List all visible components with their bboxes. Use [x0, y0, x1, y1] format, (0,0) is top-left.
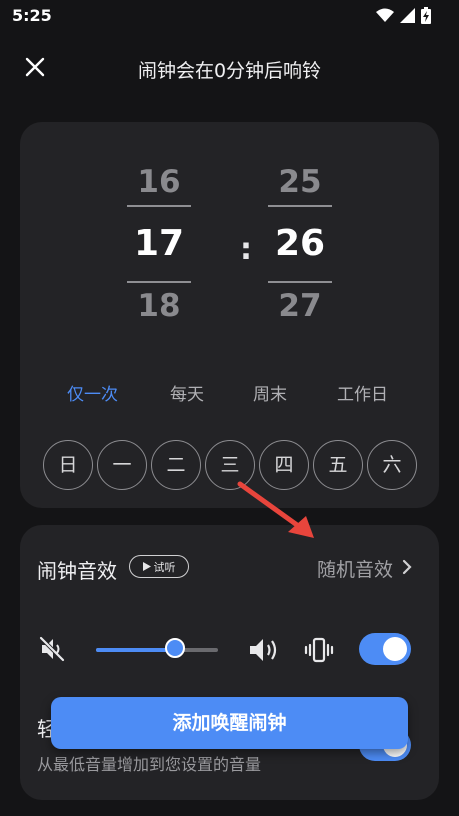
- minute-next[interactable]: 27: [268, 283, 332, 329]
- hour-current[interactable]: 17: [127, 207, 191, 281]
- preview-label: 试听: [153, 560, 176, 574]
- page-title: 闹钟会在0分钟后响铃: [137, 60, 322, 82]
- time-picker-card: 16 17 18 : 25 26 27 仅一次 每天 周末 工作日 日 一 二 …: [20, 122, 439, 508]
- hour-next[interactable]: 18: [127, 283, 191, 329]
- repeat-options: 仅一次 每天 周末 工作日: [20, 380, 439, 410]
- status-time: 5:25: [12, 6, 52, 25]
- wifi-icon: [376, 8, 394, 22]
- hour-picker[interactable]: 16 17 18: [127, 159, 191, 329]
- repeat-weekend[interactable]: 周末: [253, 380, 287, 405]
- day-sunday[interactable]: 日: [43, 440, 93, 490]
- add-alarm-button[interactable]: 添加唤醒闹钟: [51, 697, 408, 749]
- status-bar: 5:25: [0, 0, 459, 32]
- hour-prev[interactable]: 16: [127, 159, 191, 205]
- day-tuesday[interactable]: 二: [151, 440, 201, 490]
- repeat-once[interactable]: 仅一次: [67, 380, 118, 405]
- status-icons: [376, 7, 431, 24]
- annotation-arrow-icon: [237, 481, 314, 538]
- minute-current[interactable]: 26: [268, 207, 332, 281]
- header: 闹钟会在0分钟后响铃: [0, 44, 459, 90]
- repeat-daily[interactable]: 每天: [170, 380, 204, 405]
- time-separator: :: [240, 232, 252, 267]
- repeat-workdays[interactable]: 工作日: [337, 380, 388, 405]
- volume-high-icon[interactable]: [247, 635, 283, 665]
- fade-in-subtitle: 从最低音量增加到您设置的音量: [37, 755, 262, 774]
- sound-label: 闹钟音效: [37, 559, 117, 583]
- day-monday[interactable]: 一: [97, 440, 147, 490]
- sound-value[interactable]: 随机音效: [317, 555, 393, 582]
- preview-button[interactable]: 试听: [129, 555, 189, 578]
- minute-picker[interactable]: 25 26 27: [268, 159, 332, 329]
- day-saturday[interactable]: 六: [367, 440, 417, 490]
- signal-icon: [400, 8, 415, 23]
- toggle-knob: [383, 637, 407, 661]
- volume-slider-fill: [96, 648, 176, 652]
- vibrate-toggle[interactable]: [359, 633, 411, 665]
- volume-slider[interactable]: [96, 638, 218, 658]
- volume-mute-icon[interactable]: [38, 635, 66, 663]
- play-icon: [142, 562, 151, 571]
- minute-prev[interactable]: 25: [268, 159, 332, 205]
- battery-icon: [421, 7, 431, 24]
- chevron-right-icon[interactable]: [401, 558, 413, 576]
- sound-settings-card: 闹钟音效 试听 随机音效 轻 从最低音量增加到您设置的音量: [20, 525, 439, 800]
- volume-row: [20, 630, 439, 670]
- vibrate-icon[interactable]: [304, 635, 334, 665]
- volume-slider-thumb[interactable]: [165, 638, 186, 658]
